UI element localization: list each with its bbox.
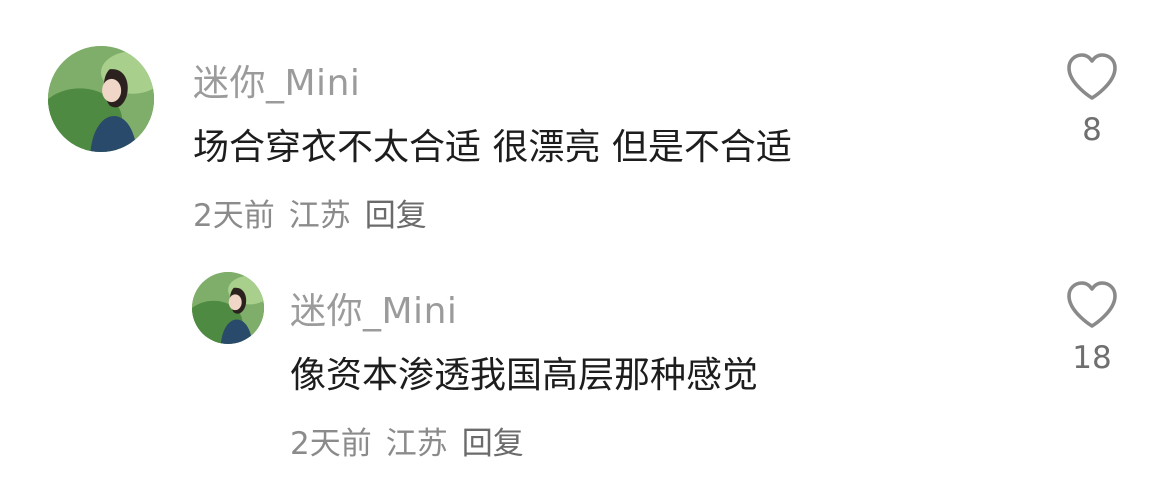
avatar[interactable] (48, 46, 154, 152)
comment-text: 像资本渗透我国高层那种感觉 (290, 355, 759, 396)
like-button[interactable]: 8 (1060, 52, 1124, 148)
comment-text: 场合穿衣不太合适 很漂亮 但是不合适 (193, 127, 792, 168)
like-count: 18 (1072, 340, 1112, 376)
avatar-image (48, 46, 154, 152)
comment-location: 江苏 (385, 426, 448, 462)
comment-username[interactable]: 迷你_Mini (193, 54, 360, 106)
comment-username[interactable]: 迷你_Mini (290, 282, 457, 334)
heart-outline-icon (1067, 53, 1117, 100)
avatar[interactable] (192, 272, 264, 344)
reply-button[interactable]: 回复 (365, 190, 427, 235)
comment-location: 江苏 (288, 198, 351, 234)
comment-meta: 2天前 江苏 回复 (290, 418, 524, 463)
like-button[interactable]: 18 (1060, 280, 1124, 376)
reply-button[interactable]: 回复 (462, 418, 524, 463)
heart-outline-icon (1067, 281, 1117, 328)
like-count: 8 (1082, 112, 1102, 148)
comment-meta: 2天前 江苏 回复 (193, 190, 427, 235)
avatar-image (192, 272, 264, 344)
comment-time: 2天前 (290, 426, 372, 462)
comment-time: 2天前 (193, 198, 275, 234)
